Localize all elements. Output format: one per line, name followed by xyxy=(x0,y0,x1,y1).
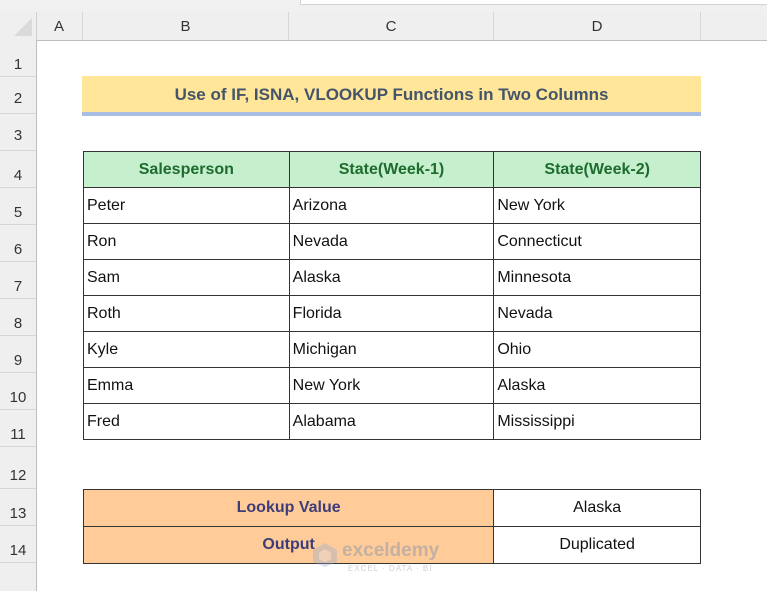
output-cell[interactable]: Duplicated xyxy=(493,526,701,564)
cell-state-week-1[interactable]: Michigan xyxy=(288,331,495,368)
row-header-9[interactable]: 9 xyxy=(0,336,36,373)
row-header-11[interactable]: 11 xyxy=(0,410,36,447)
cell-state-week-1[interactable]: Florida xyxy=(288,295,495,332)
lookup-value-label[interactable]: Lookup Value xyxy=(82,489,495,527)
table-row: Fred Alabama Mississippi xyxy=(83,403,701,440)
cell-salesperson[interactable]: Peter xyxy=(83,187,290,224)
column-header-c[interactable]: C xyxy=(289,12,494,40)
header-state-week-1[interactable]: State(Week-1) xyxy=(288,151,495,188)
table-row: Roth Florida Nevada xyxy=(83,295,701,332)
cell-salesperson[interactable]: Kyle xyxy=(83,331,290,368)
cell-state-week-2[interactable]: Connecticut xyxy=(493,223,701,260)
column-header-d[interactable]: D xyxy=(494,12,701,40)
formula-bar-edge[interactable] xyxy=(300,0,767,5)
sheet-title[interactable]: Use of IF, ISNA, VLOOKUP Functions in Tw… xyxy=(82,76,701,116)
table-row: Emma New York Alaska xyxy=(83,367,701,404)
lookup-table: Lookup Value Alaska Output Duplicated xyxy=(82,489,701,564)
cell-state-week-1[interactable]: Nevada xyxy=(288,223,495,260)
cell-state-week-2[interactable]: Mississippi xyxy=(493,403,701,440)
cell-salesperson[interactable]: Emma xyxy=(83,367,290,404)
cell-salesperson[interactable]: Sam xyxy=(83,259,290,296)
row-header-13[interactable]: 13 xyxy=(0,489,36,526)
lookup-value-row: Lookup Value Alaska xyxy=(82,489,701,527)
row-header-7[interactable]: 7 xyxy=(0,262,36,299)
row-header-1[interactable]: 1 xyxy=(0,40,36,77)
watermark-tagline: EXCEL · DATA · BI xyxy=(348,564,433,573)
row-header-2[interactable]: 2 xyxy=(0,77,36,114)
cell-salesperson[interactable]: Fred xyxy=(83,403,290,440)
table-row: Kyle Michigan Ohio xyxy=(83,331,701,368)
cell-state-week-2[interactable]: Minnesota xyxy=(493,259,701,296)
table-row: Peter Arizona New York xyxy=(83,187,701,224)
cell-state-week-2[interactable]: Alaska xyxy=(493,367,701,404)
cell-salesperson[interactable]: Ron xyxy=(83,223,290,260)
column-header-b[interactable]: B xyxy=(83,12,289,40)
cell-state-week-1[interactable]: Alabama xyxy=(288,403,495,440)
header-salesperson[interactable]: Salesperson xyxy=(83,151,290,188)
cell-salesperson[interactable]: Roth xyxy=(83,295,290,332)
table-row: Sam Alaska Minnesota xyxy=(83,259,701,296)
cell-state-week-2[interactable]: New York xyxy=(493,187,701,224)
row-header-10[interactable]: 10 xyxy=(0,373,36,410)
header-state-week-2[interactable]: State(Week-2) xyxy=(493,151,701,188)
output-row: Output Duplicated xyxy=(82,526,701,564)
row-header-6[interactable]: 6 xyxy=(0,225,36,262)
table-header-row: Salesperson State(Week-1) State(Week-2) xyxy=(83,151,701,188)
select-all-button[interactable] xyxy=(0,12,37,40)
cell-state-week-2[interactable]: Ohio xyxy=(493,331,701,368)
lookup-value-cell[interactable]: Alaska xyxy=(493,489,701,527)
row-header-14[interactable]: 14 xyxy=(0,526,36,563)
select-all-triangle-icon xyxy=(14,18,32,36)
cell-state-week-1[interactable]: New York xyxy=(288,367,495,404)
table-row: Ron Nevada Connecticut xyxy=(83,223,701,260)
row-header-8[interactable]: 8 xyxy=(0,299,36,336)
row-header-3[interactable]: 3 xyxy=(0,114,36,151)
row-header-4[interactable]: 4 xyxy=(0,151,36,188)
row-header-5[interactable]: 5 xyxy=(0,188,36,225)
cell-state-week-2[interactable]: Nevada xyxy=(493,295,701,332)
row-header-12[interactable]: 12 xyxy=(0,447,36,489)
cell-state-week-1[interactable]: Arizona xyxy=(288,187,495,224)
column-header-a[interactable]: A xyxy=(36,12,83,40)
salesperson-table: Salesperson State(Week-1) State(Week-2) … xyxy=(83,151,701,440)
output-label[interactable]: Output xyxy=(82,526,495,564)
cell-state-week-1[interactable]: Alaska xyxy=(288,259,495,296)
